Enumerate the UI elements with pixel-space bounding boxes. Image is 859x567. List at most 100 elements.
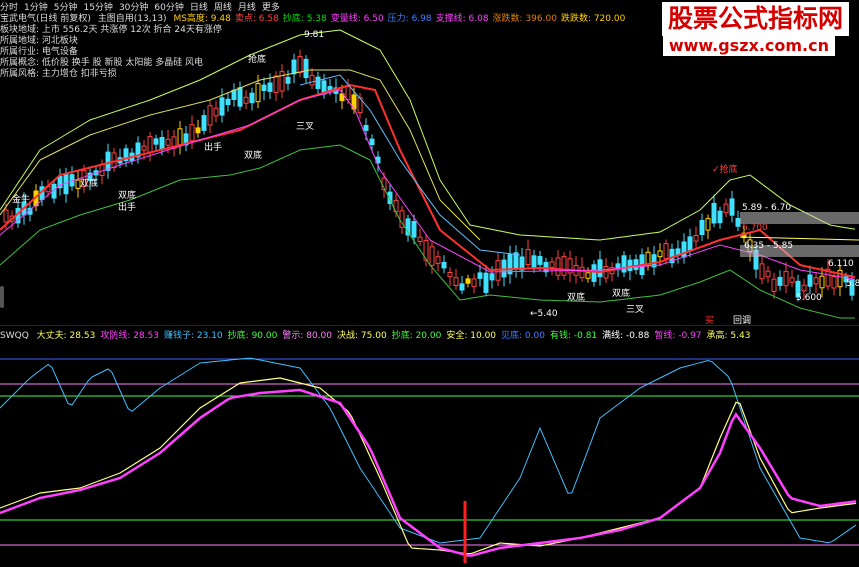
- chart-label: 金牛: [12, 193, 30, 205]
- candle-body: [597, 259, 603, 278]
- candle-body: [813, 277, 819, 285]
- candle-body: [231, 89, 237, 100]
- candle-body: [213, 107, 219, 117]
- chart-label: ←5.40: [530, 309, 558, 319]
- oscillator-yellow-line: [0, 377, 857, 555]
- panel-divider: [0, 325, 859, 326]
- candle-body: [807, 274, 813, 287]
- candle-body: [729, 198, 735, 216]
- candle-body: [411, 221, 417, 238]
- candle-body: [633, 259, 639, 270]
- chart-label: 抢底: [248, 53, 266, 65]
- candle-body: [537, 256, 543, 265]
- candle-body: [297, 56, 303, 74]
- chart-label: 5.89 - 6.70: [742, 203, 791, 213]
- candle-body: [525, 249, 531, 265]
- candle-body: [717, 210, 723, 224]
- chart-label: 三叉: [296, 121, 314, 132]
- candle-body: [621, 255, 627, 273]
- candle-body: [561, 256, 567, 276]
- candle-body: [831, 276, 837, 289]
- chart-label: 双底: [118, 189, 136, 201]
- candle-body: [765, 270, 771, 278]
- candle-body: [801, 284, 807, 292]
- candle-body: [555, 257, 561, 276]
- watermark-url: www.gszx.com.cn: [662, 36, 835, 56]
- candle-body: [369, 138, 375, 146]
- candle-body: [507, 254, 513, 275]
- resistance-line: [739, 236, 859, 241]
- candle-body: [219, 97, 225, 116]
- candle-body: [579, 266, 585, 279]
- chart-scroll-handle[interactable]: [0, 286, 4, 308]
- chart-label: 出手: [118, 201, 136, 213]
- candle-body: [429, 246, 435, 266]
- candle-body: [687, 236, 693, 251]
- candle-body: [153, 138, 159, 145]
- candle-body: [699, 220, 705, 235]
- candle-body: [549, 261, 555, 268]
- chart-label: 5.8: [846, 279, 859, 289]
- candle-body: [3, 209, 9, 223]
- chart-label: 双底: [80, 177, 98, 189]
- candle-body: [417, 236, 423, 242]
- candle-body: [195, 127, 201, 134]
- candle-body: [711, 202, 717, 224]
- chart-label: 三叉: [626, 304, 644, 315]
- candle-body: [273, 75, 279, 94]
- candle-body: [363, 125, 369, 131]
- candle-body: [627, 259, 633, 272]
- candle-body: [141, 145, 147, 151]
- oscillator-chart[interactable]: [0, 338, 859, 567]
- chart-label: 出手: [204, 141, 222, 153]
- oscillator-cyan-line: [0, 357, 857, 544]
- candle-body: [177, 128, 183, 146]
- candle-body: [291, 59, 297, 75]
- candle-body: [489, 273, 495, 281]
- chart-labels-group: 9.81抢底双底金牛 双底出手出手三叉双底←5.40双底 双底三叉✓抢底5.89 -…: [12, 30, 859, 326]
- candle-body: [345, 86, 351, 101]
- candle-body: [435, 256, 441, 264]
- candle-body: [261, 84, 267, 91]
- candle-body: [681, 241, 687, 258]
- candle-body: [723, 203, 729, 214]
- chart-label: 双底: [612, 287, 630, 299]
- candle-body: [285, 76, 291, 84]
- candle-body: [441, 261, 447, 269]
- candle-body: [309, 74, 315, 86]
- candle-body: [201, 115, 207, 131]
- candle-body: [543, 261, 549, 273]
- candle-body: [465, 278, 471, 284]
- candle-body: [531, 255, 537, 268]
- candle-body: [591, 264, 597, 282]
- candle-body: [735, 218, 741, 227]
- candle-body: [453, 277, 459, 287]
- candle-body: [105, 151, 111, 171]
- candle-body: [207, 105, 213, 126]
- candle-body: [819, 275, 825, 289]
- candle-body: [243, 96, 249, 104]
- candle-body: [471, 278, 477, 288]
- candle-body: [657, 250, 663, 258]
- candle-body: [63, 173, 69, 195]
- chart-label: 双底: [244, 149, 262, 161]
- watermark-title: 股票公式指标网: [661, 2, 849, 36]
- candle-body: [459, 283, 465, 291]
- chart-label: 双底: [567, 291, 585, 303]
- candle-body: [705, 218, 711, 231]
- candle-body: [663, 243, 669, 259]
- candle-body: [249, 92, 255, 104]
- oscillator-magenta-line: [0, 388, 857, 557]
- candle-body: [477, 272, 483, 279]
- candle-body: [255, 83, 261, 103]
- candle-body: [789, 277, 795, 283]
- candle-body: [483, 272, 489, 293]
- chart-label: ✓抢底: [712, 163, 738, 175]
- candle-body: [225, 98, 231, 106]
- chart-label: 5.600: [796, 293, 822, 303]
- candle-body: [315, 76, 321, 89]
- candle-body: [147, 136, 153, 153]
- candle-body: [267, 82, 273, 92]
- candle-body: [783, 270, 789, 287]
- chart-label: 6.700: [742, 223, 768, 233]
